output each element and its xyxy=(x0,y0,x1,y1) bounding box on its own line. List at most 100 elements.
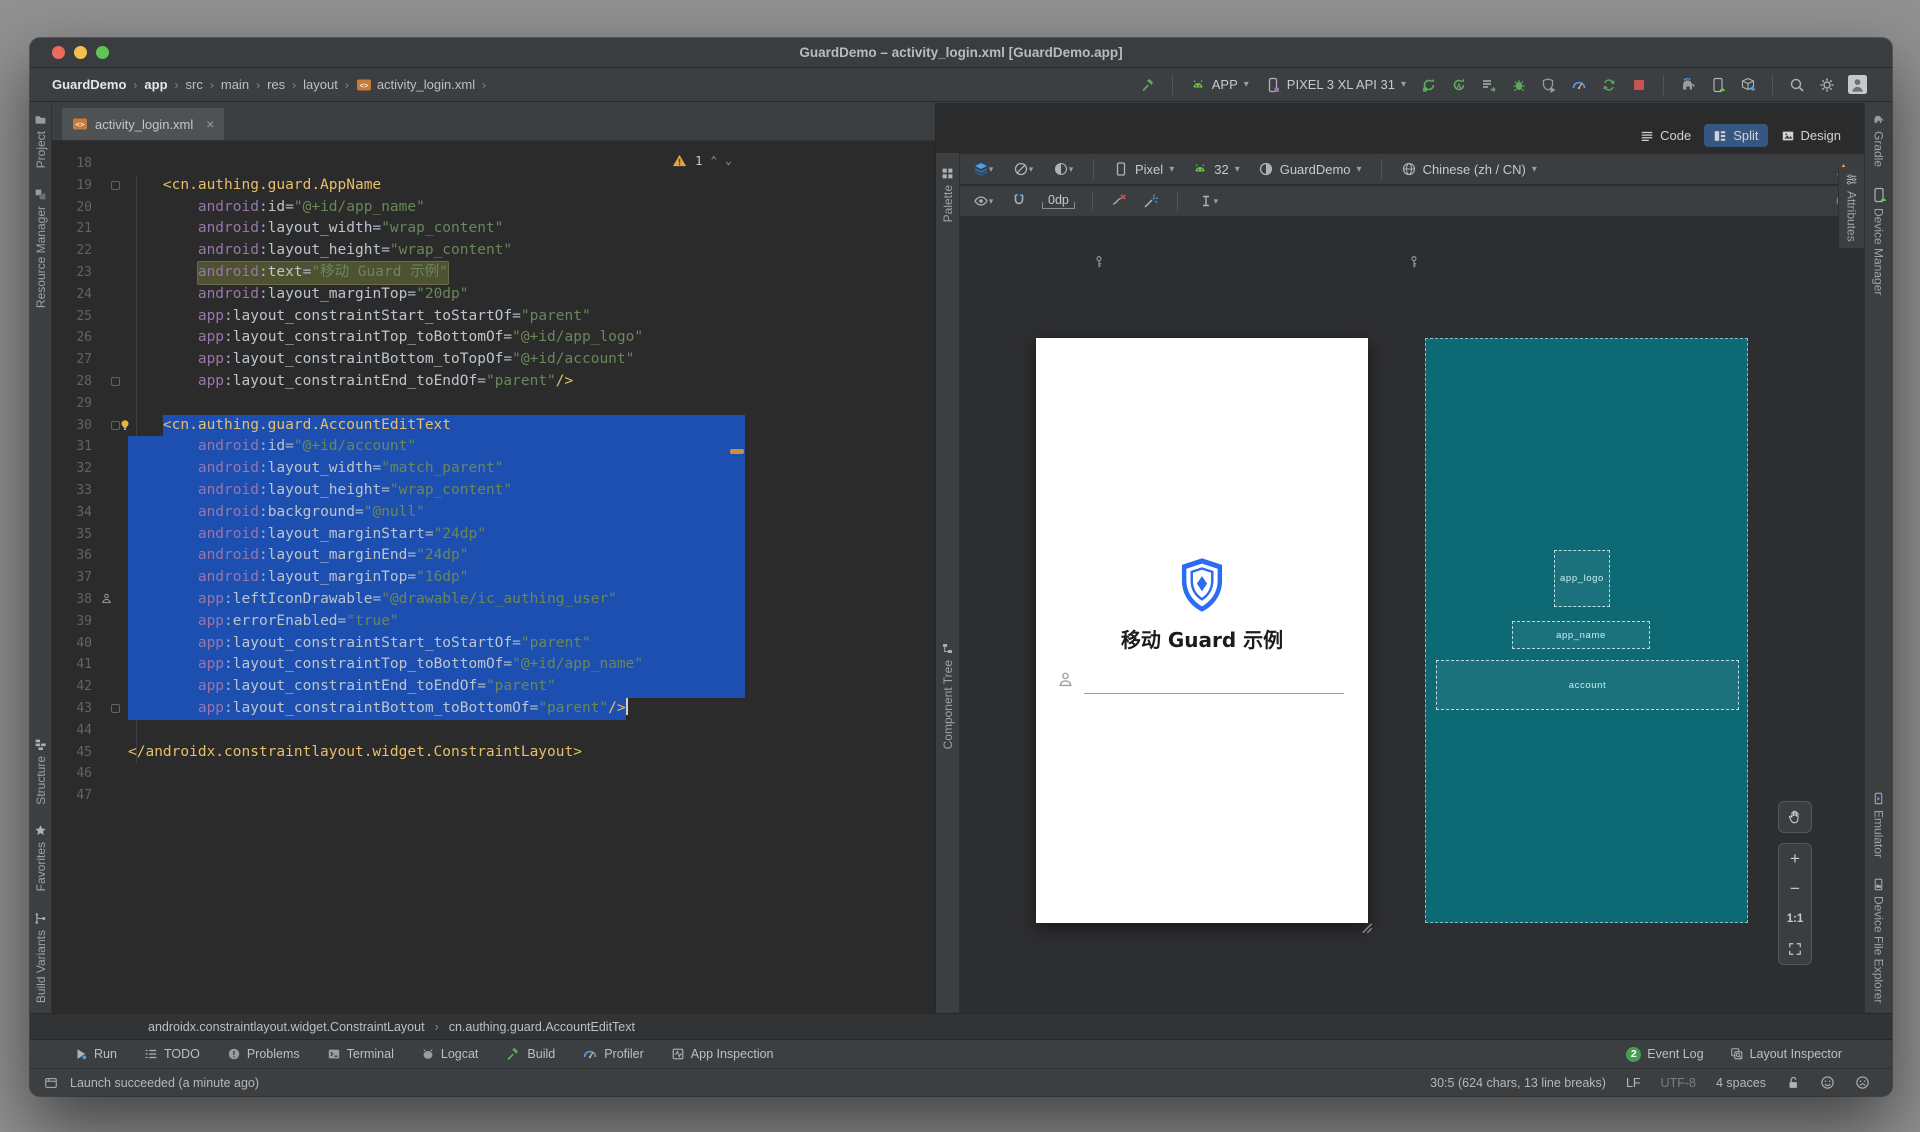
fold-marker-icon[interactable] xyxy=(111,376,120,386)
code-line[interactable]: 19 <cn.authing.guard.AppName xyxy=(52,175,935,197)
app-name-text[interactable]: 移动 Guard 示例 xyxy=(1036,624,1368,653)
fold-marker-icon[interactable] xyxy=(111,180,120,190)
code-text[interactable]: app: errorEnabled = "true" xyxy=(128,610,745,633)
sidebar-item-emulator[interactable]: Emulator xyxy=(1872,782,1886,868)
toolwindow-button-todo[interactable]: TODO xyxy=(144,1047,200,1061)
code-text[interactable]: </androidx.constraintlayout.widget.Const… xyxy=(128,742,745,764)
zoom-100-button[interactable]: 1:1 xyxy=(1779,904,1811,934)
code-text[interactable]: android: layout_width = "wrap_content" xyxy=(128,218,745,240)
code-line[interactable]: 46 xyxy=(52,763,935,785)
code-text[interactable]: app:layout_constraintBottom_toBottomOf="… xyxy=(128,697,745,720)
infer-constraints-button[interactable] xyxy=(1138,189,1164,213)
code-line[interactable]: 42 app: layout_constraintEnd_toEndOf = "par… xyxy=(52,676,935,698)
code-line[interactable]: 25 app: layout_constraintStart_toStartOf =… xyxy=(52,306,935,328)
autoconnect-button[interactable] xyxy=(1006,189,1032,213)
code-line[interactable]: 33 android: layout_height = "wrap_content" xyxy=(52,479,935,502)
rerun-button[interactable] xyxy=(1416,73,1442,97)
code-text[interactable]: app: layout_constraintTop_toBottomOf = "@+i… xyxy=(128,654,745,677)
sdk-manager-button[interactable] xyxy=(1735,73,1761,97)
toolwindow-button-logcat[interactable]: Logcat xyxy=(421,1047,478,1061)
blueprint-component-account[interactable]: account xyxy=(1436,660,1739,710)
zoom-out-button[interactable]: − xyxy=(1779,874,1811,904)
api-select[interactable]: 32 ▾ xyxy=(1186,157,1246,181)
code-text[interactable]: android: layout_width = "match_parent" xyxy=(128,458,745,480)
search-everywhere-button[interactable] xyxy=(1784,73,1810,97)
code-line[interactable]: 39 app: errorEnabled = "true" xyxy=(52,610,935,633)
fold-marker-icon[interactable] xyxy=(111,703,120,713)
editor-breadcrumb-1[interactable]: cn.authing.guard.AccountEditText xyxy=(449,1020,635,1034)
account-edittext[interactable] xyxy=(1056,668,1344,694)
device-manager-button[interactable] xyxy=(1705,73,1731,97)
pan-button[interactable] xyxy=(1779,802,1811,832)
toolwindow-toggle-icon[interactable] xyxy=(44,1076,58,1090)
night-mode-button[interactable]: ▾ xyxy=(1046,157,1080,181)
breadcrumb-item-activity-login-xml[interactable]: <> activity_login.xml xyxy=(356,77,475,93)
code-line[interactable]: 36 android: layout_marginEnd = "24dp" xyxy=(52,545,935,568)
sidebar-item-device-manager[interactable]: Device Manager xyxy=(1871,177,1887,305)
rerun-tests-button[interactable] xyxy=(1596,73,1622,97)
code-text[interactable]: app: layout_constraintEnd_toEndOf = "parent… xyxy=(128,371,745,393)
code-line[interactable]: 47 xyxy=(52,785,935,807)
code-line[interactable]: 21 android: layout_width = "wrap_content" xyxy=(52,218,935,240)
toolwindow-button-build[interactable]: Build xyxy=(505,1046,555,1062)
profile-avatar[interactable] xyxy=(1844,73,1870,97)
code-text[interactable]: android: layout_height = "wrap_content" xyxy=(128,479,745,502)
apply-changes-button[interactable]: A xyxy=(1446,73,1472,97)
component-tree-toolwindow-button[interactable]: Component Tree xyxy=(941,632,955,759)
code-text[interactable]: android: id = "@+id/app_name" xyxy=(128,197,745,219)
toolwindow-button-profiler[interactable]: Profiler xyxy=(582,1046,644,1062)
sidebar-item-resource-manager[interactable]: Resource Manager xyxy=(34,178,48,318)
code-text[interactable]: app: layout_constraintStart_toStartOf = "pa… xyxy=(128,632,745,655)
caret-position[interactable]: 30:5 (624 chars, 13 line breaks) xyxy=(1430,1076,1606,1090)
blueprint-component-app_name[interactable]: app_name xyxy=(1512,621,1650,649)
app-logo-shield-icon[interactable] xyxy=(1175,556,1229,614)
indent-setting[interactable]: 4 spaces xyxy=(1716,1076,1766,1090)
code-line[interactable]: 27 app: layout_constraintBottom_toTopOf = "… xyxy=(52,349,935,371)
code-text[interactable]: android: layout_marginStart = "24dp" xyxy=(128,523,745,546)
line-ending[interactable]: LF xyxy=(1626,1076,1641,1090)
settings-button[interactable] xyxy=(1814,73,1840,97)
happy-face-icon[interactable] xyxy=(1820,1075,1835,1090)
code-text[interactable] xyxy=(128,763,745,785)
code-text[interactable]: app: layout_constraintTop_toBottomOf = "@+i… xyxy=(128,327,745,349)
pack-button[interactable]: ▾ xyxy=(1191,189,1225,213)
code-line[interactable]: 30 <cn.authing.guard.AccountEditText xyxy=(52,414,935,437)
sidebar-item-structure[interactable]: Structure xyxy=(34,728,48,815)
device-select[interactable]: Pixel ▾ xyxy=(1107,157,1180,181)
toolwindow-button-terminal[interactable]: Terminal xyxy=(327,1047,394,1061)
view-options-button[interactable]: ▾ xyxy=(966,189,1000,213)
toolwindow-button-app-inspection[interactable]: App Inspection xyxy=(671,1047,774,1061)
blueprint-component-app_logo[interactable]: app_logo xyxy=(1554,550,1610,607)
code-text[interactable]: android: layout_marginEnd = "24dp" xyxy=(128,545,745,568)
breadcrumb-item-res[interactable]: res xyxy=(267,77,285,92)
code-text[interactable]: app: layout_constraintBottom_toTopOf = "@+i… xyxy=(128,349,745,371)
breadcrumb-item-guarddemo[interactable]: GuardDemo xyxy=(52,77,126,92)
prev-warning-button[interactable]: ⌃ xyxy=(711,154,718,167)
debug-button[interactable] xyxy=(1506,73,1532,97)
mode-tab-split[interactable]: Split xyxy=(1704,124,1768,147)
breadcrumb-item-main[interactable]: main xyxy=(221,77,249,92)
code-line[interactable]: 38 app: leftIconDrawable = "@drawable/ic_au… xyxy=(52,588,935,611)
apply-code-changes-button[interactable] xyxy=(1476,73,1502,97)
run-config-select[interactable]: APP ▾ xyxy=(1184,73,1255,97)
code-text[interactable] xyxy=(128,720,745,742)
toolwindow-button-problems[interactable]: Problems xyxy=(227,1047,300,1061)
code-text[interactable]: <cn.authing.guard.AccountEditText xyxy=(128,414,745,437)
orientation-button[interactable]: ▾ xyxy=(1006,157,1040,181)
code-text[interactable]: android: id = "@+id/account" xyxy=(128,436,745,459)
code-text[interactable] xyxy=(128,785,745,807)
code-line[interactable]: 29 xyxy=(52,393,935,415)
code-text[interactable]: android:text="移动 Guard 示例" xyxy=(128,261,745,284)
code-line[interactable]: 26 app: layout_constraintTop_toBottomOf = "… xyxy=(52,327,935,349)
sidebar-item-gradle[interactable]: Gradle xyxy=(1872,103,1886,177)
default-margins-select[interactable]: 0dp xyxy=(1042,193,1075,209)
code-line[interactable]: 37 android: layout_marginTop = "16dp" xyxy=(52,567,935,589)
code-line[interactable]: 44 xyxy=(52,720,935,742)
code-line[interactable]: 22 android: layout_height = "wrap_content" xyxy=(52,240,935,262)
code-line[interactable]: 32 android: layout_width = "match_parent" xyxy=(52,458,935,480)
code-line[interactable]: 35 android: layout_marginStart = "24dp" xyxy=(52,523,935,546)
attributes-toolwindow-button[interactable]: Attributes xyxy=(1838,167,1864,248)
code-line[interactable]: 43 app:layout_constraintBottom_toBottomO… xyxy=(52,697,935,720)
device-select[interactable]: PIXEL 3 XL API 31 ▾ xyxy=(1259,73,1412,97)
code-line[interactable]: 40 app: layout_constraintStart_toStartOf =… xyxy=(52,632,935,655)
